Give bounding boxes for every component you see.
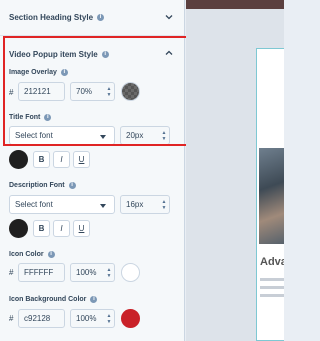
description-font-size-value: 16px <box>126 200 144 209</box>
title-font-label-text: Title Font <box>9 114 41 121</box>
video-popup-item-style-row[interactable]: Video Popup item Style i <box>0 36 184 72</box>
icon-color-opacity-value: 100% <box>76 268 97 277</box>
title-italic-button[interactable]: I <box>53 151 70 168</box>
icon-background-color-label: Icon Background Color i <box>9 296 98 303</box>
section-heading-style-label: Section Heading Style <box>9 13 94 22</box>
info-icon: i <box>60 69 68 76</box>
icon-background-hex-value: c92128 <box>24 314 51 323</box>
description-font-label: Description Font i <box>9 182 76 189</box>
icon-color-swatch[interactable] <box>121 263 140 282</box>
title-font-color-swatch[interactable] <box>9 150 28 169</box>
title-font-size-input[interactable]: 20px ▲ ▼ <box>120 126 170 145</box>
description-font-size-input[interactable]: 16px ▲ ▼ <box>120 195 170 214</box>
preview-top-bar <box>186 0 284 9</box>
icon-color-label: Icon Color i <box>9 251 55 258</box>
info-icon: i <box>47 251 55 258</box>
hash-symbol: # <box>9 268 14 277</box>
image-overlay-opacity-value: 70% <box>76 87 93 96</box>
description-bold-button[interactable]: B <box>33 220 50 237</box>
icon-color-hex-value: FFFFFF <box>24 268 54 277</box>
title-bold-button[interactable]: B <box>33 151 50 168</box>
video-popup-item-style-label: Video Popup item Style <box>9 49 98 59</box>
icon-background-color-swatch[interactable] <box>121 309 140 328</box>
icon-background-color-label-text: Icon Background Color <box>9 296 87 303</box>
chevron-down-icon[interactable] <box>165 13 173 21</box>
image-overlay-color-swatch[interactable] <box>121 82 140 101</box>
title-font-select[interactable]: Select font <box>9 126 115 145</box>
opacity-stepper[interactable]: ▲ ▼ <box>104 310 114 327</box>
title-font-select-value: Select font <box>15 131 53 140</box>
description-font-label-text: Description Font <box>9 182 65 189</box>
description-font-select[interactable]: Select font <box>9 195 115 214</box>
icon-color-label-text: Icon Color <box>9 251 44 258</box>
caret-down-icon <box>100 135 106 139</box>
chevron-up-icon[interactable] <box>165 49 173 57</box>
hash-symbol: # <box>9 314 14 323</box>
image-overlay-opacity-input[interactable]: 70% ▲ ▼ <box>70 82 115 101</box>
info-icon: i <box>44 114 52 121</box>
image-overlay-hex-value: 212121 <box>24 87 51 96</box>
info-icon: i <box>90 296 98 303</box>
preview-video-thumbnail[interactable] <box>259 148 284 244</box>
caret-down-icon <box>100 204 106 208</box>
title-underline-button[interactable]: U <box>73 151 90 168</box>
description-font-select-value: Select font <box>15 200 53 209</box>
icon-background-opacity-input[interactable]: 100% ▲ ▼ <box>70 309 115 328</box>
hash-symbol: # <box>9 88 14 97</box>
info-icon: i <box>68 182 76 189</box>
title-font-size-value: 20px <box>126 131 144 140</box>
opacity-stepper[interactable]: ▲ ▼ <box>104 264 114 281</box>
page-preview: Adva <box>186 0 284 341</box>
section-heading-style-row[interactable]: Section Heading Style i <box>0 0 184 36</box>
font-size-stepper[interactable]: ▲ ▼ <box>159 127 169 144</box>
title-font-label: Title Font i <box>9 114 52 121</box>
info-icon: i <box>101 50 109 58</box>
icon-color-opacity-input[interactable]: 100% ▲ ▼ <box>70 263 115 282</box>
icon-background-opacity-value: 100% <box>76 314 97 323</box>
description-font-color-swatch[interactable] <box>9 219 28 238</box>
preview-card-title: Adva <box>260 256 284 268</box>
icon-background-hex-input[interactable]: c92128 <box>18 309 65 328</box>
opacity-stepper[interactable]: ▲ ▼ <box>104 83 114 100</box>
image-overlay-label-text: Image Overlay <box>9 69 57 76</box>
settings-panel: Section Heading Style i Video Popup item… <box>0 0 185 341</box>
image-overlay-hex-input[interactable]: 212121 <box>18 82 65 101</box>
font-size-stepper[interactable]: ▲ ▼ <box>159 196 169 213</box>
description-italic-button[interactable]: I <box>53 220 70 237</box>
image-overlay-label: Image Overlay i <box>9 69 68 76</box>
preview-card-text <box>260 278 284 302</box>
info-icon: i <box>97 14 105 21</box>
icon-color-hex-input[interactable]: FFFFFF <box>18 263 65 282</box>
description-underline-button[interactable]: U <box>73 220 90 237</box>
